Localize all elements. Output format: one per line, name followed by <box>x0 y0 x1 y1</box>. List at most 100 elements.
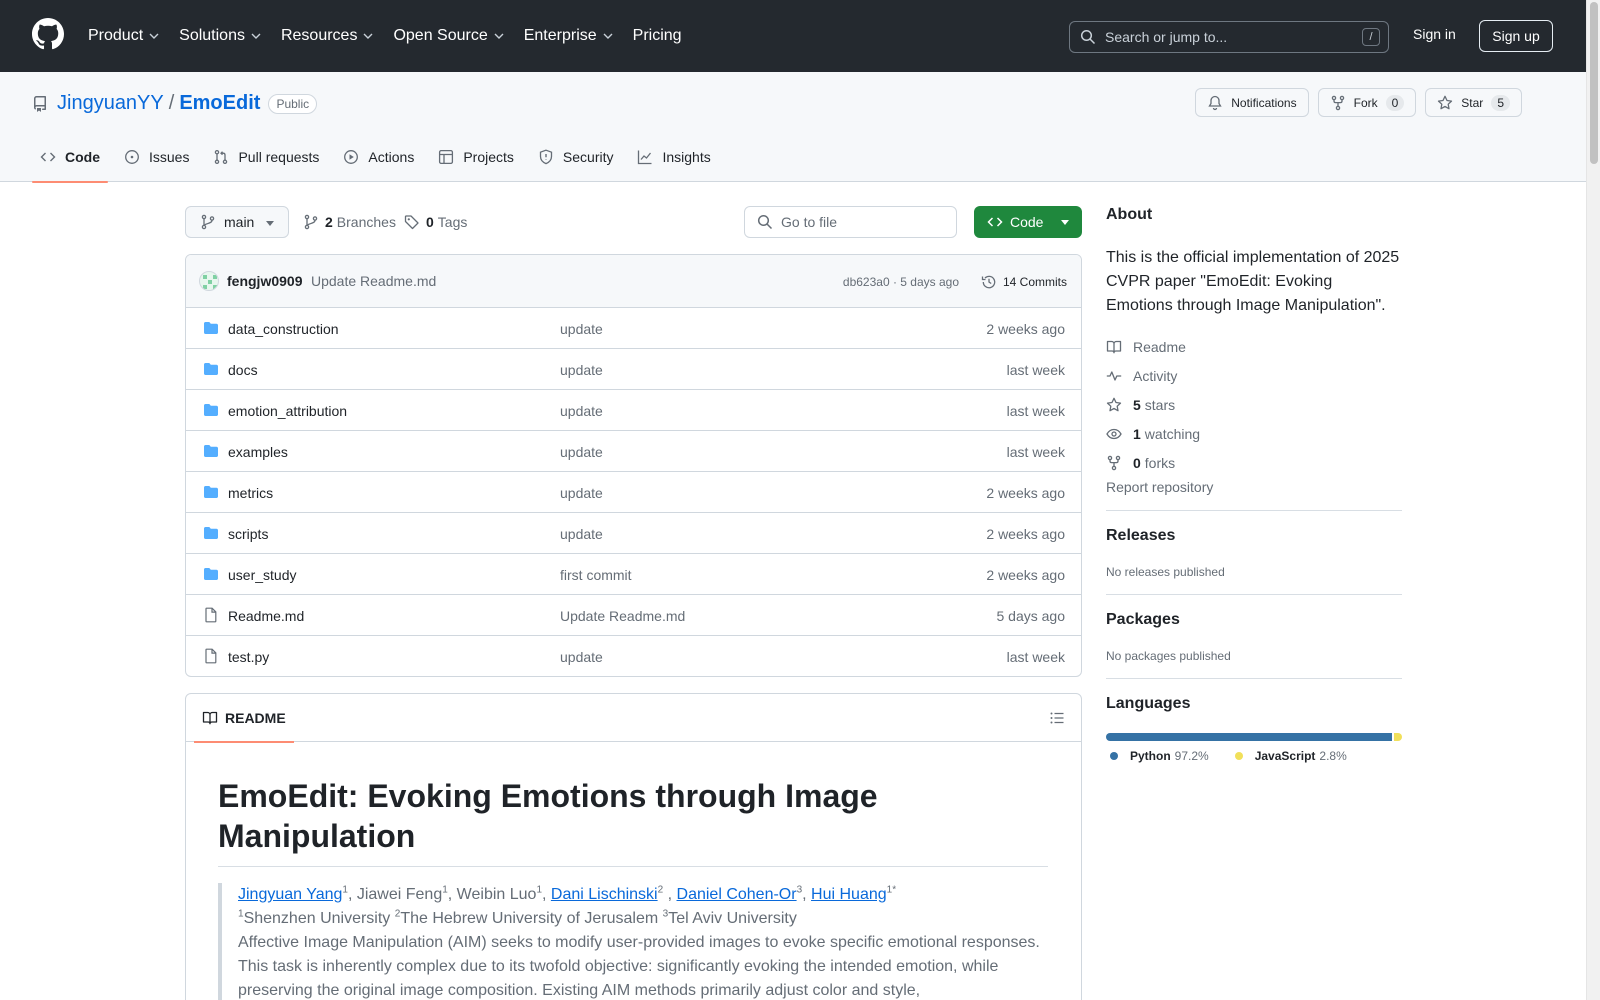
file-name-link[interactable]: data_construction <box>228 321 339 337</box>
star-icon <box>1438 95 1453 109</box>
repo-owner-link[interactable]: JingyuanYY <box>57 92 164 115</box>
tab-projects[interactable]: Projects <box>430 132 522 182</box>
author-name[interactable]: Daniel Cohen-Or <box>677 886 797 903</box>
tab-issues[interactable]: Issues <box>116 132 197 182</box>
notifications-button[interactable]: Notifications <box>1195 88 1309 117</box>
file-commit-message[interactable]: update <box>560 362 603 378</box>
language-item[interactable]: Python 97.2% <box>1110 749 1209 763</box>
nav-product[interactable]: Product <box>88 27 159 45</box>
repo-name-link[interactable]: EmoEdit <box>179 92 260 115</box>
file-commit-message[interactable]: Update Readme.md <box>560 608 685 624</box>
star-button[interactable]: Star 5 <box>1425 88 1522 117</box>
page-scrollbar[interactable] <box>1586 0 1600 1000</box>
file-name-link[interactable]: user_study <box>228 567 296 583</box>
commit-message-link[interactable]: Update Readme.md <box>311 273 436 289</box>
file-commit-message[interactable]: update <box>560 321 603 337</box>
nav-open-source[interactable]: Open Source <box>393 27 504 45</box>
tab-insights[interactable]: Insights <box>629 132 718 182</box>
file-commit-message[interactable]: update <box>560 444 603 460</box>
file-name-link[interactable]: examples <box>228 444 288 460</box>
watching-count: 1 <box>1133 425 1141 442</box>
nav-enterprise[interactable]: Enterprise <box>524 27 613 45</box>
file-commit-message[interactable]: first commit <box>560 567 632 583</box>
readme-tab[interactable]: README <box>194 694 294 743</box>
releases-heading[interactable]: Releases <box>1106 527 1402 545</box>
forks-count: 0 <box>1133 454 1141 471</box>
watching-link[interactable]: 1 watching <box>1106 419 1402 448</box>
file-name-link[interactable]: metrics <box>228 485 273 501</box>
file-row[interactable]: user_study first commit 2 weeks ago <box>186 554 1081 595</box>
language-percent: 97.2% <box>1174 749 1209 763</box>
languages-heading: Languages <box>1106 695 1191 712</box>
sign-up-button[interactable]: Sign up <box>1479 20 1553 52</box>
divider <box>1106 510 1402 511</box>
branch-select-button[interactable]: main <box>185 206 289 238</box>
fork-label: Fork <box>1353 95 1378 110</box>
file-type-icon <box>203 320 219 336</box>
sign-in-link[interactable]: Sign in <box>1413 26 1456 42</box>
file-row[interactable]: data_construction update 2 weeks ago <box>186 308 1081 349</box>
scrollbar-thumb[interactable] <box>1590 2 1598 164</box>
author-name: Weibin Luo <box>456 886 537 903</box>
file-name-link[interactable]: emotion_attribution <box>228 403 347 419</box>
file-row[interactable]: emotion_attribution update last week <box>186 390 1081 431</box>
avatar[interactable] <box>199 271 219 291</box>
tab-security[interactable]: Security <box>530 132 622 182</box>
activity-link[interactable]: Activity <box>1106 361 1402 390</box>
file-commit-time: 5 days ago <box>996 608 1066 624</box>
forks-link[interactable]: 0 forks <box>1106 448 1402 477</box>
file-row[interactable]: Readme.md Update Readme.md 5 days ago <box>186 595 1081 636</box>
file-name-link[interactable]: test.py <box>228 649 269 665</box>
tab-issues-label: Issues <box>149 149 190 165</box>
language-item[interactable]: JavaScript 2.8% <box>1234 749 1347 763</box>
nav-resources[interactable]: Resources <box>281 27 373 45</box>
tab-code[interactable]: Code <box>32 132 108 183</box>
chevron-down-icon <box>494 33 504 39</box>
commit-author-link[interactable]: fengjw0909 <box>227 273 302 289</box>
file-name-link[interactable]: scripts <box>228 526 268 542</box>
file-row[interactable]: metrics update 2 weeks ago <box>186 472 1081 513</box>
fork-count: 0 <box>1385 94 1405 111</box>
fork-button[interactable]: Fork 0 <box>1317 88 1417 117</box>
file-commit-message[interactable]: update <box>560 649 603 665</box>
tags-link[interactable]: 0 Tags <box>404 214 467 230</box>
file-row[interactable]: test.py update last week <box>186 636 1081 676</box>
go-to-file-input[interactable]: Go to file <box>744 206 957 238</box>
star-count: 5 <box>1491 94 1510 111</box>
file-row[interactable]: scripts update 2 weeks ago <box>186 513 1081 554</box>
stars-link[interactable]: 5 stars <box>1106 390 1402 419</box>
file-row[interactable]: examples update last week <box>186 431 1081 472</box>
search-placeholder: Search or jump to... <box>1105 29 1228 45</box>
tab-actions[interactable]: Actions <box>335 132 422 182</box>
global-search-input[interactable]: Search or jump to... / <box>1069 21 1389 53</box>
nav-solutions[interactable]: Solutions <box>179 27 261 45</box>
author-name[interactable]: Jingyuan Yang <box>238 886 342 903</box>
pulse-icon <box>1106 370 1122 381</box>
file-commit-message[interactable]: update <box>560 526 603 542</box>
branches-link[interactable]: 2 Branches <box>303 214 396 230</box>
commits-history-link[interactable]: 14 Commits <box>981 274 1067 290</box>
readme-link[interactable]: Readme <box>1106 332 1402 361</box>
file-commit-message[interactable]: update <box>560 403 603 419</box>
author-name[interactable]: Dani Lischinski <box>551 886 658 903</box>
tab-pull-requests[interactable]: Pull requests <box>205 132 327 182</box>
repo-actions: Notifications Fork 0 Star 5 <box>1186 88 1522 117</box>
packages-heading[interactable]: Packages <box>1106 611 1402 629</box>
author-affiliation-marker: 1 <box>442 884 448 896</box>
file-row[interactable]: docs update last week <box>186 349 1081 390</box>
readme-panel: README EmoEdit: Evoking Emotions through… <box>185 693 1082 1000</box>
repo-title: JingyuanYY / EmoEdit Public <box>32 92 318 115</box>
file-name-link[interactable]: Readme.md <box>228 608 304 624</box>
list-unordered-icon[interactable] <box>1049 710 1065 726</box>
language-percent: 2.8% <box>1319 749 1347 763</box>
nav-pricing[interactable]: Pricing <box>633 27 682 45</box>
file-name-link[interactable]: docs <box>228 362 258 378</box>
file-commit-message[interactable]: update <box>560 485 603 501</box>
author-name[interactable]: Hui Huang <box>811 886 887 903</box>
commit-hash-time[interactable]: db623a0 · 5 days ago <box>843 275 959 289</box>
report-repository-link[interactable]: Report repository <box>1106 479 1402 495</box>
file-commit-time: 2 weeks ago <box>986 567 1065 583</box>
code-download-button[interactable]: Code <box>974 206 1082 238</box>
fork-icon <box>1331 95 1344 110</box>
github-logo-icon[interactable] <box>32 18 64 50</box>
